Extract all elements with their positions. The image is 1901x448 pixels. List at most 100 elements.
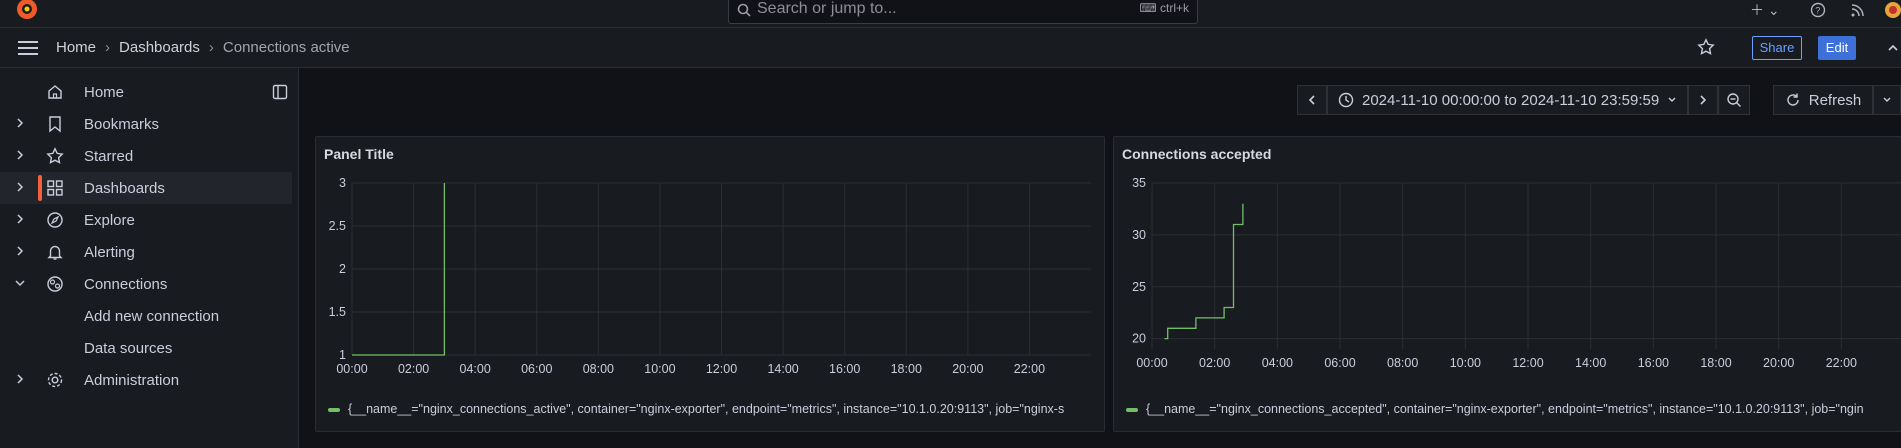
sync-icon bbox=[1787, 93, 1799, 106]
x-tick-label: 18:00 bbox=[891, 362, 922, 376]
y-tick-label: 25 bbox=[1132, 280, 1146, 294]
legend-item[interactable]: {__name__="nginx_connections_accepted", … bbox=[1126, 402, 1864, 416]
chevron-right-icon[interactable] bbox=[14, 117, 26, 129]
nav-sidebar: Home Bookmarks Starred Dashboards Explor… bbox=[0, 68, 299, 448]
x-tick-label: 00:00 bbox=[1136, 356, 1167, 370]
y-tick-label: 35 bbox=[1132, 176, 1146, 190]
breadcrumb: Home › Dashboards › Connections active bbox=[56, 39, 350, 56]
x-tick-label: 06:00 bbox=[1324, 356, 1355, 370]
chevron-right-icon bbox=[1700, 95, 1707, 105]
breadcrumb-home[interactable]: Home bbox=[56, 39, 96, 56]
collapse-chevron-up-icon[interactable] bbox=[1885, 36, 1901, 60]
x-tick-label: 04:00 bbox=[1262, 356, 1293, 370]
sidebar-item-data-sources[interactable]: Data sources bbox=[0, 332, 292, 364]
sidebar-item-label: Explore bbox=[84, 212, 135, 229]
y-tick-label: 1 bbox=[339, 348, 346, 362]
keyboard-shortcut: ⌨ ctrl+k bbox=[1139, 1, 1189, 15]
sidebar-item-connections[interactable]: Connections bbox=[0, 268, 292, 300]
sidebar-item-starred[interactable]: Starred bbox=[0, 140, 292, 172]
time-shift-forward-button[interactable] bbox=[1688, 85, 1719, 115]
x-tick-label: 10:00 bbox=[1450, 356, 1481, 370]
sidebar-item-dashboards[interactable]: Dashboards bbox=[0, 172, 292, 204]
zoom-out-icon bbox=[1727, 93, 1742, 107]
chevron-left-icon bbox=[1308, 95, 1315, 105]
sidebar-item-label: Dashboards bbox=[84, 180, 165, 197]
y-tick-label: 2 bbox=[339, 262, 346, 276]
grafana-logo-icon[interactable] bbox=[14, 0, 40, 22]
active-indicator bbox=[38, 175, 42, 201]
timeseries-chart[interactable]: 00:00 02:00 04:00 06:00 08:00 10:00 12:00 14:00… bbox=[316, 137, 1105, 432]
news-feed-icon[interactable] bbox=[1850, 0, 1866, 20]
breadcrumb-current: Connections active bbox=[222, 39, 350, 56]
chevron-right-icon[interactable] bbox=[14, 373, 26, 385]
series-line[interactable] bbox=[1164, 203, 1244, 340]
user-avatar-icon[interactable] bbox=[1885, 0, 1901, 20]
y-tick-label: 30 bbox=[1132, 228, 1146, 242]
add-new-icon[interactable]: ＋ ⌄ bbox=[1750, 0, 1780, 20]
sidebar-item-home[interactable]: Home bbox=[0, 76, 292, 108]
chevron-right-icon[interactable] bbox=[14, 181, 26, 193]
breadcrumb-separator-icon: › bbox=[208, 39, 214, 56]
home-icon bbox=[48, 85, 62, 99]
x-tick-label: 12:00 bbox=[706, 362, 737, 376]
x-tick-label: 18:00 bbox=[1700, 356, 1731, 370]
refresh-label: Refresh bbox=[1808, 91, 1862, 109]
chevron-right-icon[interactable] bbox=[14, 245, 26, 257]
breadcrumb-bar: Home › Dashboards › Connections active Share… bbox=[0, 28, 1901, 68]
search-input[interactable]: Search or jump to... ⌨ ctrl+k bbox=[728, 0, 1198, 24]
sidebar-item-label: Alerting bbox=[84, 244, 135, 261]
refresh-button[interactable]: Refresh bbox=[1773, 85, 1873, 115]
sidebar-item-administration[interactable]: Administration bbox=[0, 364, 292, 396]
refresh-controls: Refresh bbox=[1773, 85, 1901, 115]
x-tick-label: 16:00 bbox=[829, 362, 860, 376]
time-range-picker[interactable]: 2024-11-10 00:00:00 to 2024-11-10 23:59:… bbox=[1327, 85, 1689, 115]
x-tick-label: 06:00 bbox=[521, 362, 552, 376]
top-bar: Search or jump to... ⌨ ctrl+k ＋ ⌄ ? bbox=[0, 0, 1901, 28]
shortcut-label: ctrl+k bbox=[1159, 1, 1189, 15]
time-range-controls: 2024-11-10 00:00:00 to 2024-11-10 23:59:… bbox=[1297, 85, 1751, 115]
sidebar-item-label: Connections bbox=[84, 276, 168, 293]
zoom-out-button[interactable] bbox=[1718, 85, 1751, 115]
panel-connections-accepted[interactable]: Connections accepted 00:00 02:00 04:00 06:0… bbox=[1113, 136, 1901, 432]
legend-swatch bbox=[1126, 407, 1138, 412]
connections-icon bbox=[47, 276, 63, 292]
sidebar-item-add-new-connection[interactable]: Add new connection bbox=[0, 300, 292, 332]
x-tick-label: 20:00 bbox=[952, 362, 983, 376]
breadcrumb-dashboards[interactable]: Dashboards bbox=[119, 39, 200, 56]
legend-label: {__name__="nginx_connections_active", co… bbox=[348, 402, 1065, 416]
refresh-interval-dropdown[interactable] bbox=[1873, 85, 1901, 115]
chevron-right-icon[interactable] bbox=[14, 149, 26, 161]
x-tick-label: 16:00 bbox=[1638, 356, 1669, 370]
time-shift-back-button[interactable] bbox=[1297, 85, 1327, 115]
sidebar-item-label: Add new connection bbox=[84, 308, 220, 325]
edit-button[interactable]: Edit bbox=[1818, 36, 1856, 60]
chevron-right-icon[interactable] bbox=[14, 213, 26, 225]
x-tick-label: 14:00 bbox=[767, 362, 798, 376]
mark-favorite-star-icon[interactable] bbox=[1697, 38, 1715, 56]
chevron-down-icon bbox=[1883, 97, 1891, 102]
timeseries-chart[interactable]: 00:00 02:00 04:00 06:00 08:00 10:00 12:00 14:00… bbox=[1114, 137, 1901, 432]
panel-connections-active[interactable]: Panel Title 00:00 02:00 04:00 06:00 08:00 10:… bbox=[315, 136, 1105, 432]
x-tick-label: 00:00 bbox=[336, 362, 367, 376]
chevron-down-icon bbox=[1668, 97, 1676, 102]
legend-swatch bbox=[328, 407, 340, 412]
y-tick-label: 20 bbox=[1132, 332, 1146, 346]
menu-toggle-icon[interactable] bbox=[18, 41, 38, 59]
x-tick-label: 22:00 bbox=[1826, 356, 1857, 370]
y-tick-label: 1.5 bbox=[329, 305, 346, 319]
sidebar-item-alerting[interactable]: Alerting bbox=[0, 236, 292, 268]
sidebar-item-bookmarks[interactable]: Bookmarks bbox=[0, 108, 292, 140]
sidebar-item-explore[interactable]: Explore bbox=[0, 204, 292, 236]
x-tick-label: 14:00 bbox=[1575, 356, 1606, 370]
apps-icon bbox=[47, 180, 63, 196]
share-button[interactable]: Share bbox=[1752, 36, 1802, 60]
sidebar-item-label: Administration bbox=[84, 372, 180, 389]
y-tick-label: 3 bbox=[339, 176, 346, 190]
x-tick-label: 02:00 bbox=[1199, 356, 1230, 370]
legend-item[interactable]: {__name__="nginx_connections_active", co… bbox=[328, 402, 1064, 416]
help-icon[interactable]: ? bbox=[1810, 0, 1826, 20]
svg-text:?: ? bbox=[1815, 6, 1820, 16]
time-range-label: 2024-11-10 00:00:00 to 2024-11-10 23:59:… bbox=[1362, 91, 1660, 109]
chevron-down-icon[interactable] bbox=[14, 277, 26, 289]
x-tick-label: 02:00 bbox=[398, 362, 429, 376]
